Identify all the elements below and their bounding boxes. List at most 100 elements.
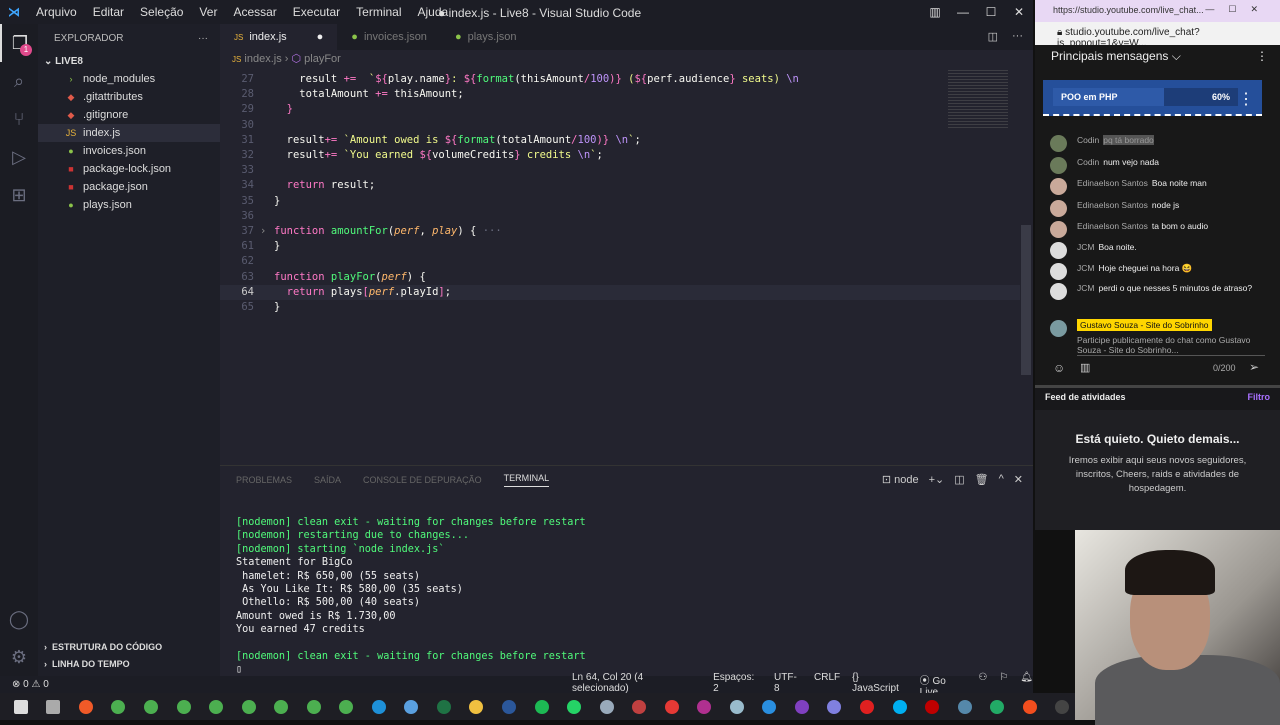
- taskbar-app[interactable]: [691, 696, 717, 718]
- file-item[interactable]: › node_modules: [38, 70, 220, 88]
- taskbar-chrome[interactable]: [138, 696, 164, 718]
- source-control-icon[interactable]: ⑂: [0, 100, 38, 138]
- taskbar-chrome[interactable]: [301, 696, 327, 718]
- taskbar-explorer[interactable]: [464, 696, 490, 718]
- code-line[interactable]: 61}: [220, 239, 1020, 254]
- code-line[interactable]: 63 function playFor(perf) {: [220, 270, 1020, 285]
- code-line[interactable]: 27 result += `${play.name}: ${format(thi…: [220, 72, 1020, 87]
- poll-banner[interactable]: POO em PHP 60% ⋮: [1043, 80, 1262, 116]
- taskbar-excel[interactable]: [431, 696, 457, 718]
- taskbar-app[interactable]: [984, 696, 1010, 718]
- menu-item-0[interactable]: Arquivo: [36, 5, 77, 19]
- split-terminal-icon[interactable]: ◫: [954, 473, 964, 486]
- explorer-icon[interactable]: ❐: [0, 24, 38, 62]
- filter-button[interactable]: Filtro: [1248, 392, 1271, 406]
- file-item[interactable]: ◆ .gitattributes: [38, 88, 220, 106]
- taskbar-chrome[interactable]: [106, 696, 132, 718]
- problems-count[interactable]: ⊗ 0 ⚠ 0: [12, 679, 49, 690]
- trash-icon[interactable]: 🗑: [975, 473, 989, 486]
- more-actions-icon[interactable]: ···: [1012, 30, 1023, 43]
- terminal-shell-icon[interactable]: ⊡ node: [882, 473, 919, 486]
- file-item[interactable]: ◆ .gitignore: [38, 106, 220, 124]
- layout-icon[interactable]: ▥: [921, 0, 949, 24]
- file-item[interactable]: ● invoices.json: [38, 142, 220, 160]
- minimap[interactable]: [948, 68, 1008, 128]
- code-line[interactable]: 64 return plays[perf.playId];: [220, 284, 1020, 300]
- chat-mode-dropdown[interactable]: Principais mensagens ⌵: [1051, 49, 1181, 63]
- more-icon[interactable]: ⋮: [1256, 49, 1268, 63]
- code-line[interactable]: 65}: [220, 300, 1020, 315]
- taskbar-chrome[interactable]: [268, 696, 294, 718]
- taskbar-figma[interactable]: [1017, 696, 1043, 718]
- maximize-panel-icon[interactable]: ^: [999, 473, 1004, 486]
- send-icon[interactable]: ➢: [1249, 360, 1259, 374]
- taskbar-app[interactable]: [1050, 696, 1076, 718]
- more-actions-icon[interactable]: ···: [198, 33, 208, 44]
- folder-live8[interactable]: ⌄ LIVE8: [38, 52, 220, 70]
- code-line[interactable]: 35}: [220, 194, 1020, 209]
- taskbar-chrome[interactable]: [333, 696, 359, 718]
- code-line[interactable]: 31 result+= `Amount owed is ${format(tot…: [220, 133, 1020, 148]
- account-icon[interactable]: ◯: [0, 600, 38, 638]
- taskbar-edge[interactable]: [366, 696, 392, 718]
- section-timeline[interactable]: › LINHA DO TEMPO: [38, 659, 220, 676]
- taskbar-skype[interactable]: [887, 696, 913, 718]
- taskbar-github[interactable]: [789, 696, 815, 718]
- tab-plays-json[interactable]: ● plays.json: [441, 24, 531, 50]
- taskbar-app[interactable]: [399, 696, 425, 718]
- menu-item-1[interactable]: Editar: [93, 5, 124, 19]
- file-item[interactable]: ■ package-lock.json: [38, 160, 220, 178]
- poll-icon[interactable]: ▥: [1080, 361, 1090, 374]
- code-line[interactable]: 29 }: [220, 102, 1020, 117]
- poll-more-icon[interactable]: ⋮: [1238, 89, 1254, 109]
- taskbar-app[interactable]: [594, 696, 620, 718]
- breadcrumb-file[interactable]: index.js: [244, 53, 281, 65]
- breadcrumb-symbol[interactable]: playFor: [304, 53, 341, 65]
- tab-invoices-json[interactable]: ● invoices.json: [337, 24, 441, 50]
- panel-tab-console-de-depuração[interactable]: CONSOLE DE DEPURAÇÃO: [363, 475, 482, 485]
- new-terminal-icon[interactable]: +⌄: [929, 473, 945, 486]
- taskbar-chrome[interactable]: [236, 696, 262, 718]
- taskbar-chrome[interactable]: [203, 696, 229, 718]
- unsaved-dot-icon[interactable]: ●: [317, 31, 324, 43]
- taskbar-task-view[interactable]: [41, 696, 67, 718]
- code-line[interactable]: 34 return result;: [220, 178, 1020, 193]
- file-item[interactable]: JS index.js: [38, 124, 220, 142]
- menu-item-3[interactable]: Ver: [199, 5, 217, 19]
- chat-input[interactable]: Participe publicamente do chat como Gust…: [1077, 335, 1265, 356]
- code-line[interactable]: 36: [220, 209, 1020, 224]
- tab-index-js[interactable]: JS index.js ●: [220, 24, 338, 50]
- panel-tab-problemas[interactable]: PROBLEMAS: [236, 475, 292, 485]
- taskbar-word[interactable]: [496, 696, 522, 718]
- taskbar-vscode[interactable]: [757, 696, 783, 718]
- taskbar-start[interactable]: [8, 696, 34, 718]
- code-line[interactable]: 62: [220, 254, 1020, 269]
- section-outline[interactable]: › ESTRUTURA DO CÓDIGO: [38, 642, 220, 659]
- file-item[interactable]: ● plays.json: [38, 196, 220, 214]
- code-line[interactable]: 28 totalAmount += thisAmount;: [220, 87, 1020, 102]
- maximize-icon[interactable]: ☐: [977, 0, 1005, 24]
- search-icon[interactable]: ⌕: [0, 62, 38, 100]
- split-editor-icon[interactable]: ◫: [988, 30, 998, 43]
- taskbar-app[interactable]: [724, 696, 750, 718]
- code-line[interactable]: 30: [220, 118, 1020, 133]
- taskbar-brave[interactable]: [73, 696, 99, 718]
- fold-chevron-icon[interactable]: ›: [260, 224, 272, 239]
- window-controls[interactable]: —☐✕: [1205, 4, 1272, 15]
- run-debug-icon[interactable]: ▷: [0, 138, 38, 176]
- taskbar-filezilla[interactable]: [919, 696, 945, 718]
- file-item[interactable]: ■ package.json: [38, 178, 220, 196]
- minimize-icon[interactable]: —: [949, 0, 977, 24]
- menu-item-2[interactable]: Seleção: [140, 5, 183, 19]
- code-line[interactable]: 33: [220, 163, 1020, 178]
- gear-icon[interactable]: ⚙: [0, 638, 38, 676]
- taskbar-app[interactable]: [822, 696, 848, 718]
- taskbar-app[interactable]: [626, 696, 652, 718]
- close-icon[interactable]: ✕: [1005, 0, 1033, 24]
- menu-item-4[interactable]: Acessar: [233, 5, 276, 19]
- panel-tab-terminal[interactable]: TERMINAL: [503, 473, 550, 487]
- taskbar-obs[interactable]: [854, 696, 880, 718]
- emoji-icon[interactable]: ☺: [1053, 361, 1065, 375]
- taskbar-app[interactable]: [952, 696, 978, 718]
- code-editor[interactable]: 27 result += `${play.name}: ${format(thi…: [220, 68, 1033, 465]
